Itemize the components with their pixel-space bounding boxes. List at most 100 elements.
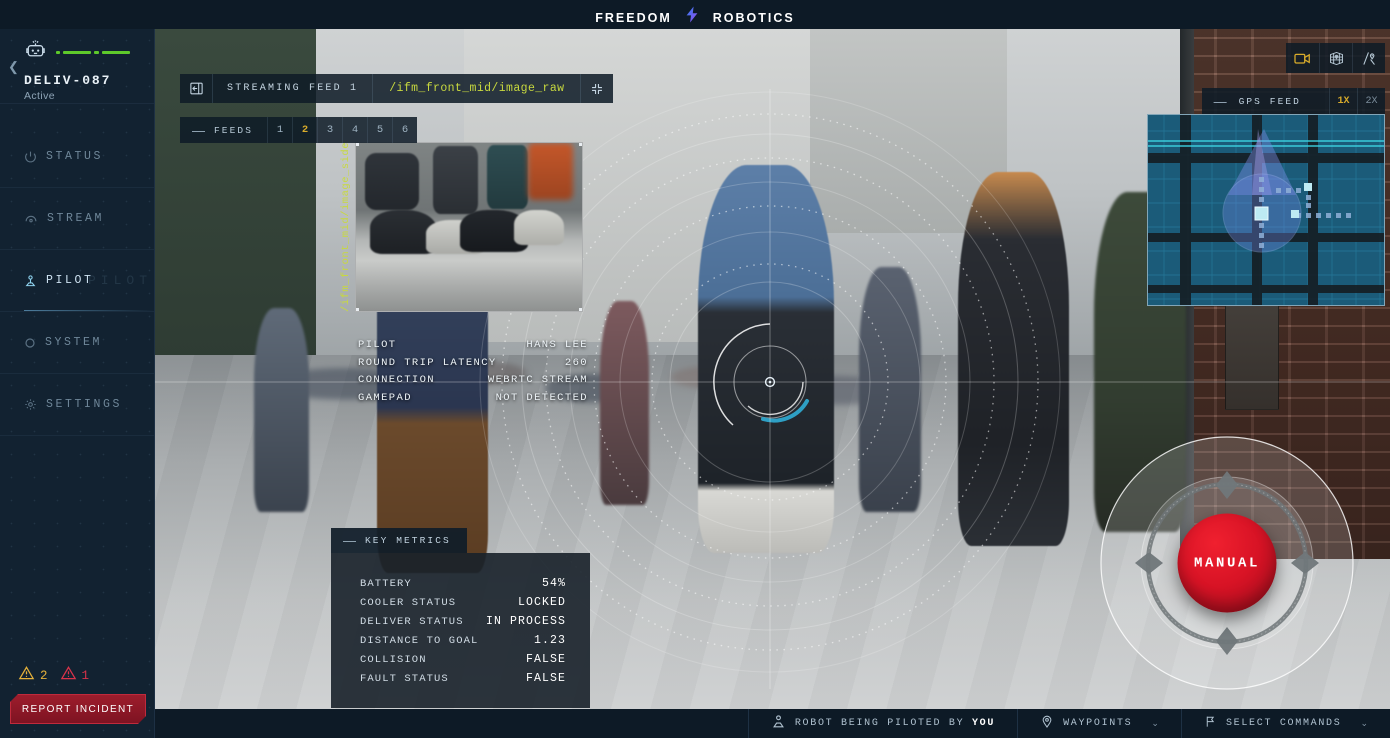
- feeds-label: FEEDS: [214, 124, 254, 136]
- sidebar: ❮ DELIV-087 Active STATUS STREAM PILOT P…: [0, 29, 155, 738]
- sidebar-item-label: STREAM: [47, 212, 105, 225]
- warning-triangle-icon: [18, 665, 35, 686]
- sidebar-item-stream[interactable]: STREAM: [0, 188, 154, 250]
- key-metric-label: BATTERY: [360, 578, 412, 590]
- gps-zoom-2x[interactable]: 2X: [1357, 88, 1385, 114]
- key-metric-row: BATTERY 54%: [360, 577, 566, 590]
- signal-strength-indicator: [56, 50, 130, 54]
- feed-tab-4[interactable]: 4: [342, 117, 367, 143]
- sidebar-item-system[interactable]: SYSTEM: [0, 312, 154, 374]
- pilot-info-row: GAMEPAD NOT DETECTED: [358, 392, 588, 404]
- route-compass-icon[interactable]: [1352, 43, 1385, 73]
- manual-control-joystick[interactable]: MANUAL: [1099, 435, 1355, 691]
- pilot-info-panel: PILOT HANS LEE ROUND TRIP LATENCY 260 CO…: [358, 339, 588, 409]
- sidebar-nav: STATUS STREAM PILOT PILOT SYSTEM SETTING…: [0, 104, 154, 436]
- streaming-feed-topic[interactable]: /ifm_front_mid/image_raw: [373, 82, 580, 95]
- key-metric-label: DISTANCE TO GOAL: [360, 635, 479, 647]
- key-metric-value: FALSE: [525, 653, 566, 666]
- pilot-info-key: PILOT: [358, 339, 397, 351]
- waypoints-label: WAYPOINTS: [1063, 718, 1133, 729]
- piloted-by-prefix: ROBOT BEING PILOTED BY: [794, 718, 972, 729]
- key-metric-row: DISTANCE TO GOAL 1.23: [360, 634, 566, 647]
- feed-tab-5[interactable]: 5: [367, 117, 392, 143]
- alert-count: 1: [81, 668, 90, 683]
- manual-mode-label: MANUAL: [1193, 555, 1260, 571]
- gear-icon: [24, 398, 37, 411]
- joystick-icon: [24, 274, 37, 288]
- key-metric-label: DELIVER STATUS: [360, 616, 464, 628]
- chevron-down-icon: ⌄: [1151, 718, 1159, 728]
- select-commands-dropdown[interactable]: SELECT COMMANDS ⌄: [1180, 709, 1390, 738]
- brand-name-right: ROBOTICS: [712, 10, 795, 25]
- key-metrics-collapse-icon[interactable]: —: [331, 533, 365, 548]
- key-metrics-title: KEY METRICS: [365, 535, 451, 546]
- sidebar-item-status[interactable]: STATUS: [0, 126, 154, 188]
- feed-tab-1[interactable]: 1: [267, 117, 292, 143]
- circle-icon: [24, 337, 36, 349]
- key-metric-value: 1.23: [533, 634, 566, 647]
- streaming-feed-header: STREAMING FEED 1 /ifm_front_mid/image_ra…: [180, 74, 614, 103]
- power-icon: [24, 150, 37, 163]
- warning-amber[interactable]: 2: [18, 665, 48, 686]
- pilot-info-row: ROUND TRIP LATENCY 260: [358, 357, 588, 369]
- pilot-info-value: NOT DETECTED: [495, 391, 588, 404]
- key-metric-row: COOLER STATUS LOCKED: [360, 596, 566, 609]
- gps-feed-title: GPS FEED: [1238, 95, 1301, 107]
- robot-icon: [24, 38, 47, 66]
- video-viewport[interactable]: STREAMING FEED 1 /ifm_front_mid/image_ra…: [155, 29, 1390, 709]
- gps-map[interactable]: [1147, 114, 1385, 306]
- pilot-console: FREEDOM ROBOTICS ❮ DELIV-087 Active STAT…: [0, 0, 1390, 738]
- gps-feed-header: — GPS FEED 1X 2X: [1201, 88, 1385, 114]
- sidebar-item-pilot[interactable]: PILOT PILOT: [0, 250, 154, 312]
- lightning-bolt-icon: [684, 6, 700, 23]
- side-feed-topic-text: /ifm_front_mid/image_side: [340, 141, 352, 313]
- video-camera-icon[interactable]: [1286, 43, 1319, 73]
- warning-count: 2: [40, 668, 48, 683]
- sidebar-item-settings[interactable]: SETTINGS: [0, 374, 154, 436]
- key-metric-value: LOCKED: [517, 596, 566, 609]
- sidebar-item-ghost-label: PILOT: [88, 272, 153, 288]
- gps-collapse-icon[interactable]: —: [1202, 94, 1236, 109]
- sidebar-item-label: STATUS: [46, 150, 104, 163]
- warning-red[interactable]: 1: [60, 665, 90, 686]
- waypoints-dropdown[interactable]: WAYPOINTS ⌄: [1017, 709, 1181, 738]
- camera-tools-bar: [1286, 43, 1385, 73]
- feed-tab-2[interactable]: 2: [292, 117, 317, 143]
- streaming-feed-title: STREAMING FEED 1: [227, 83, 359, 94]
- key-metrics-panel: BATTERY 54% COOLER STATUS LOCKED DELIVER…: [331, 553, 590, 708]
- pilot-info-key: CONNECTION: [358, 374, 436, 386]
- brand-bar: FREEDOM ROBOTICS: [0, 0, 1390, 29]
- robot-status-text: Active: [24, 90, 55, 102]
- feed-tab-3[interactable]: 3: [317, 117, 342, 143]
- pilot-info-row: PILOT HANS LEE: [358, 339, 588, 351]
- pilot-info-value: 260: [564, 356, 588, 369]
- key-metric-label: COLLISION: [360, 654, 427, 666]
- pilot-info-value: WEBRTC STREAM: [487, 374, 588, 386]
- warning-counters: 2 1: [18, 665, 89, 686]
- feeds-collapse-icon[interactable]: —: [180, 123, 214, 138]
- pilot-info-row: CONNECTION WEBRTC STREAM: [358, 374, 588, 386]
- flag-icon: [1204, 714, 1217, 734]
- pilot-info-value: HANS LEE: [526, 339, 588, 351]
- feed-tab-6[interactable]: 6: [392, 117, 417, 143]
- map-pin-icon: [1040, 714, 1054, 734]
- key-metric-value: IN PROCESS: [485, 615, 566, 628]
- brand-name-left: FREEDOM: [595, 10, 672, 25]
- map-pin-grid-icon[interactable]: [1319, 43, 1352, 73]
- key-metric-row: FAULT STATUS FALSE: [360, 672, 566, 685]
- side-camera-feed[interactable]: [355, 142, 583, 312]
- minimize-corners-icon[interactable]: [581, 74, 613, 103]
- pilot-info-key: ROUND TRIP LATENCY: [358, 356, 497, 369]
- panel-detach-icon[interactable]: [180, 74, 212, 103]
- alert-triangle-icon: [60, 665, 77, 686]
- gps-zoom-1x[interactable]: 1X: [1329, 88, 1357, 114]
- report-incident-button[interactable]: REPORT INCIDENT: [10, 694, 146, 724]
- key-metric-row: COLLISION FALSE: [360, 653, 566, 666]
- manual-mode-button[interactable]: MANUAL: [1177, 513, 1277, 613]
- robot-card[interactable]: DELIV-087 Active: [0, 29, 154, 104]
- brand-logo: FREEDOM ROBOTICS: [595, 5, 794, 25]
- side-feed-topic-label: /ifm_front_mid/image_side: [338, 142, 354, 312]
- pilot-info-key: GAMEPAD: [358, 391, 412, 404]
- select-commands-label: SELECT COMMANDS: [1225, 718, 1342, 729]
- bottom-bar: ROBOT BEING PILOTED BY YOU WAYPOINTS ⌄ S…: [155, 709, 1390, 738]
